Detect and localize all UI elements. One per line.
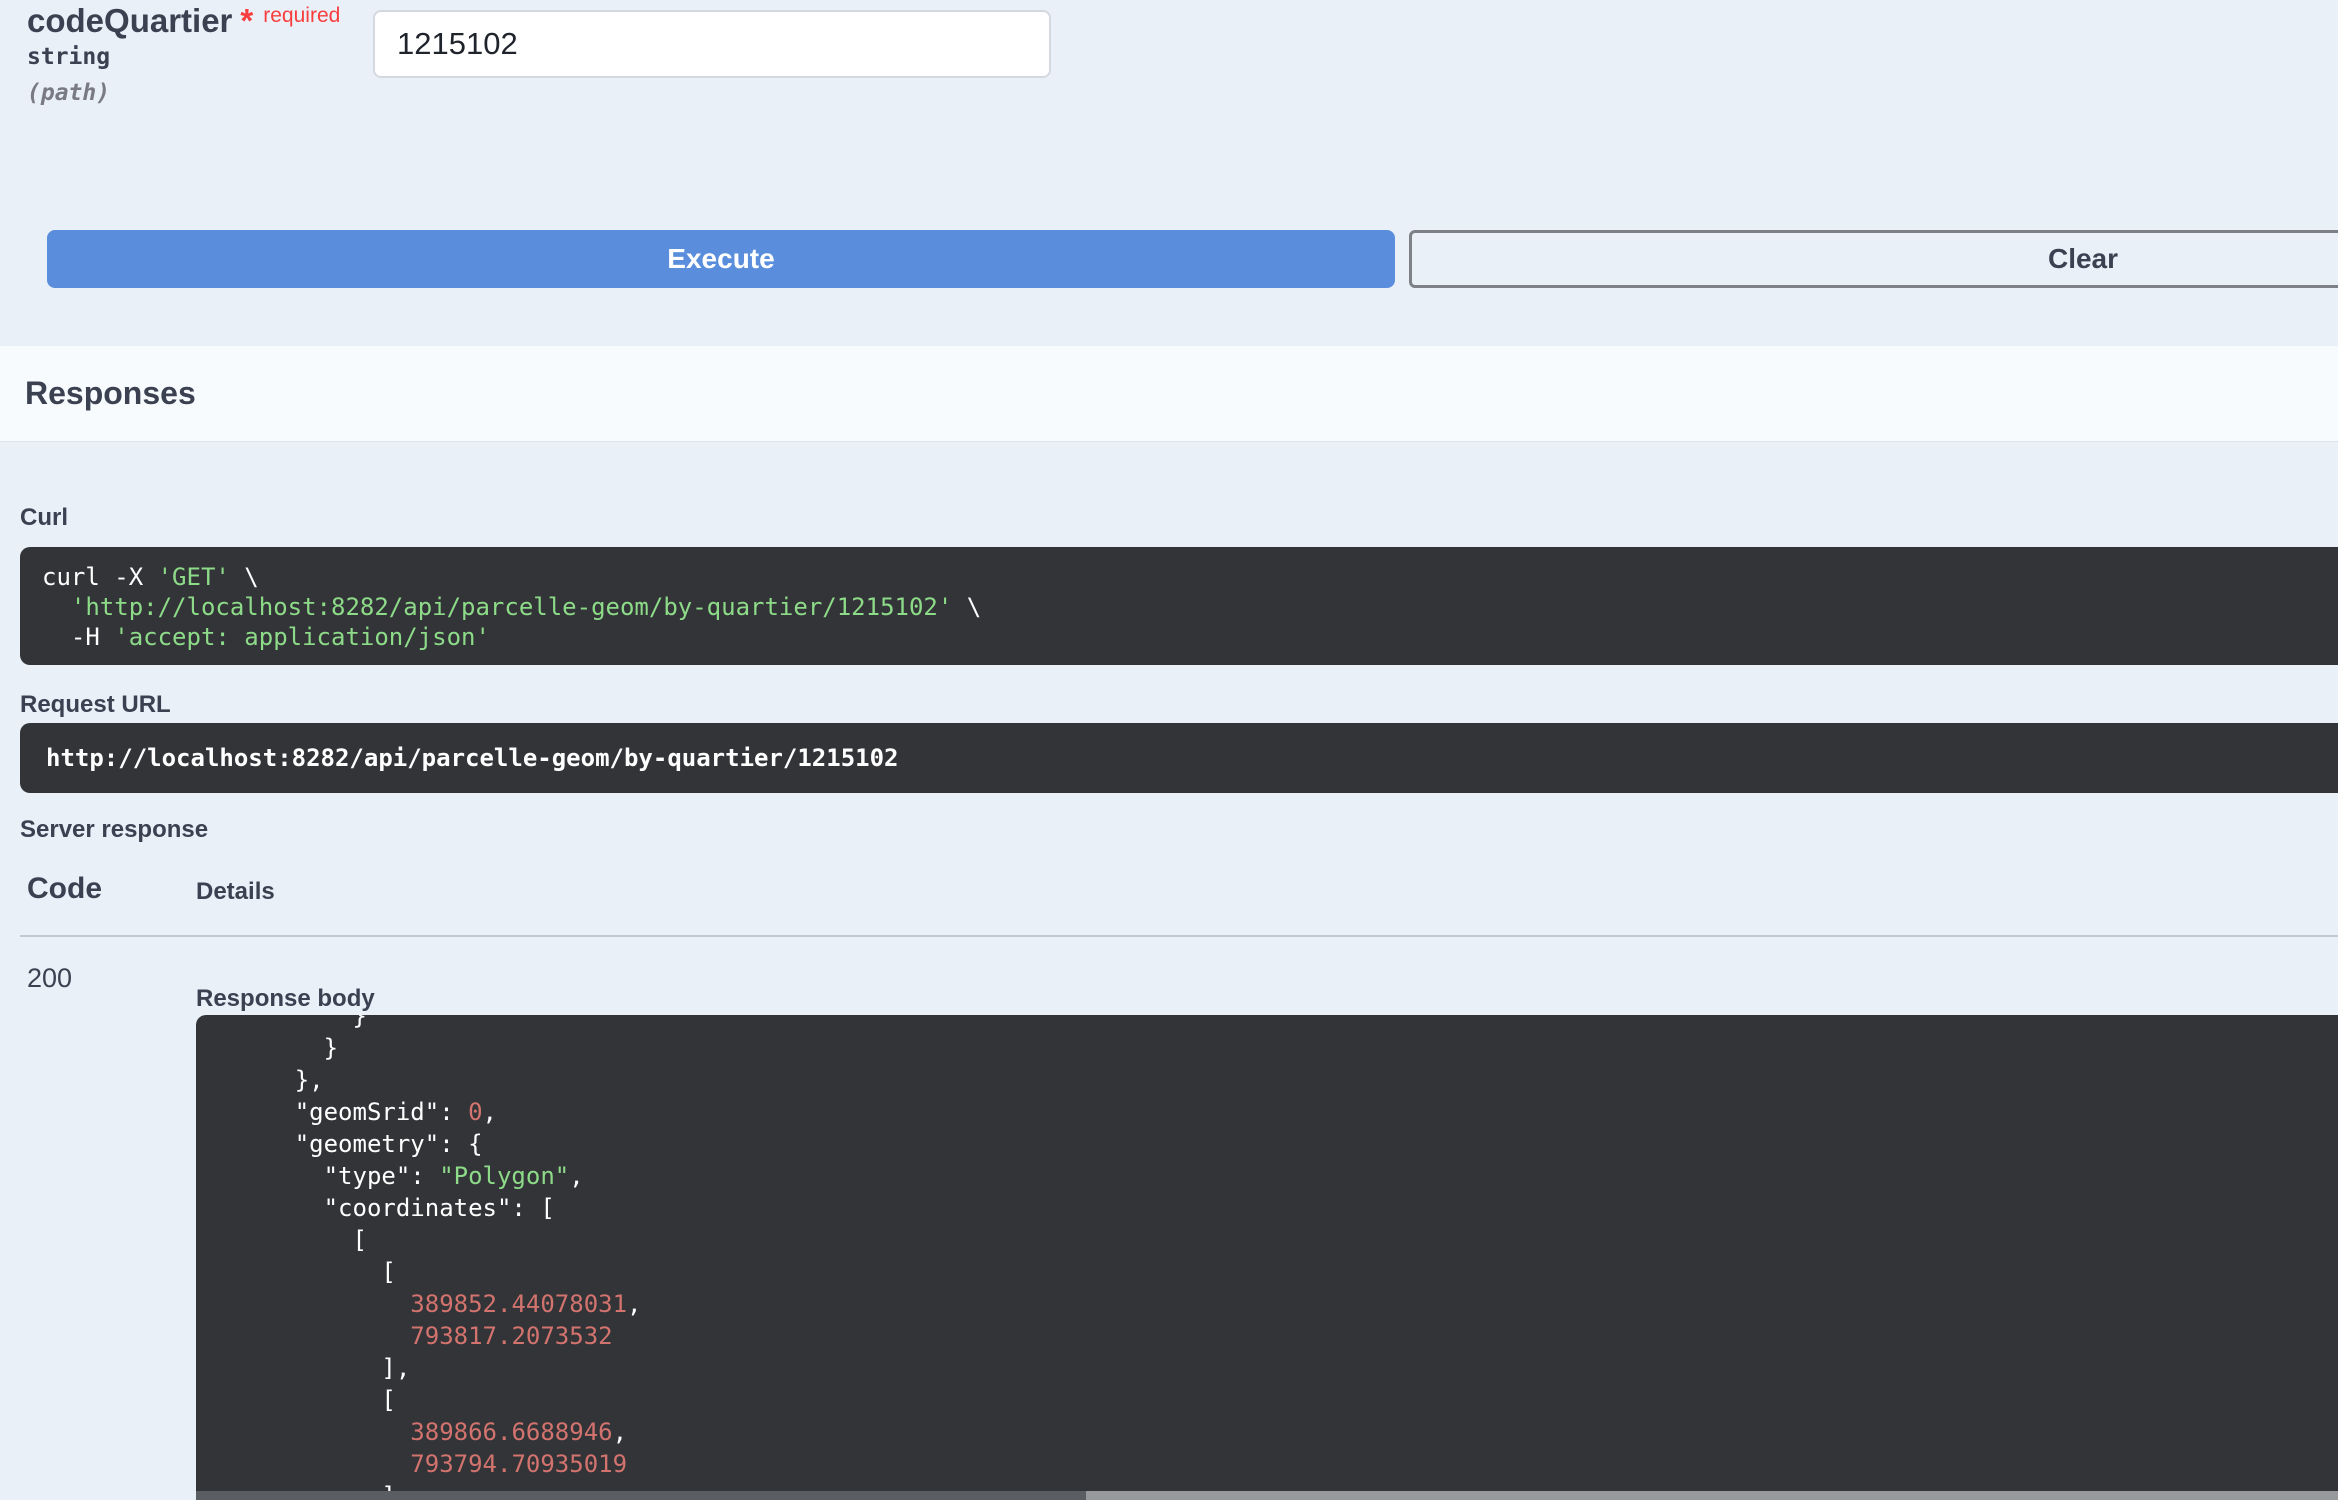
response-body-label: Response body [196, 985, 375, 1012]
parameter-name-label: codeQuartier * required [27, 2, 340, 40]
response-table-divider [20, 935, 2338, 937]
execute-button-label: Execute [667, 243, 775, 274]
responses-section-title: Responses [25, 375, 196, 411]
response-body-block: } } }, "geomSrid": 0, "geometry": { "typ… [196, 1015, 2338, 1500]
parameter-value-input[interactable] [373, 10, 1051, 78]
response-body-code: } } }, "geomSrid": 0, "geometry": { "typ… [208, 1015, 642, 1500]
request-url-label: Request URL [20, 691, 171, 718]
responses-section-header: Responses [0, 346, 2338, 442]
response-code-column-header: Code [27, 872, 102, 905]
response-details-column-header: Details [196, 878, 275, 905]
parameter-type-label: string [27, 44, 111, 70]
clear-button-label: Clear [2047, 243, 2119, 274]
horizontal-scrollbar[interactable] [196, 1491, 2338, 1500]
required-label: required [263, 4, 341, 27]
required-asterisk: * [240, 2, 254, 39]
clear-button[interactable]: Clear [1409, 230, 2338, 288]
curl-code-block: curl -X 'GET' \ 'http://localhost:8282/a… [20, 547, 2338, 665]
parameter-location-label: (path) [27, 80, 111, 106]
response-status-code: 200 [27, 963, 73, 993]
request-url-block: http://localhost:8282/api/parcelle-geom/… [20, 723, 2338, 793]
scrollbar-thumb[interactable] [196, 1491, 1086, 1500]
execute-button[interactable]: Execute [47, 230, 1395, 288]
parameter-name-text: codeQuartier [27, 2, 233, 39]
curl-label: Curl [20, 504, 68, 531]
server-response-label: Server response [20, 816, 209, 843]
